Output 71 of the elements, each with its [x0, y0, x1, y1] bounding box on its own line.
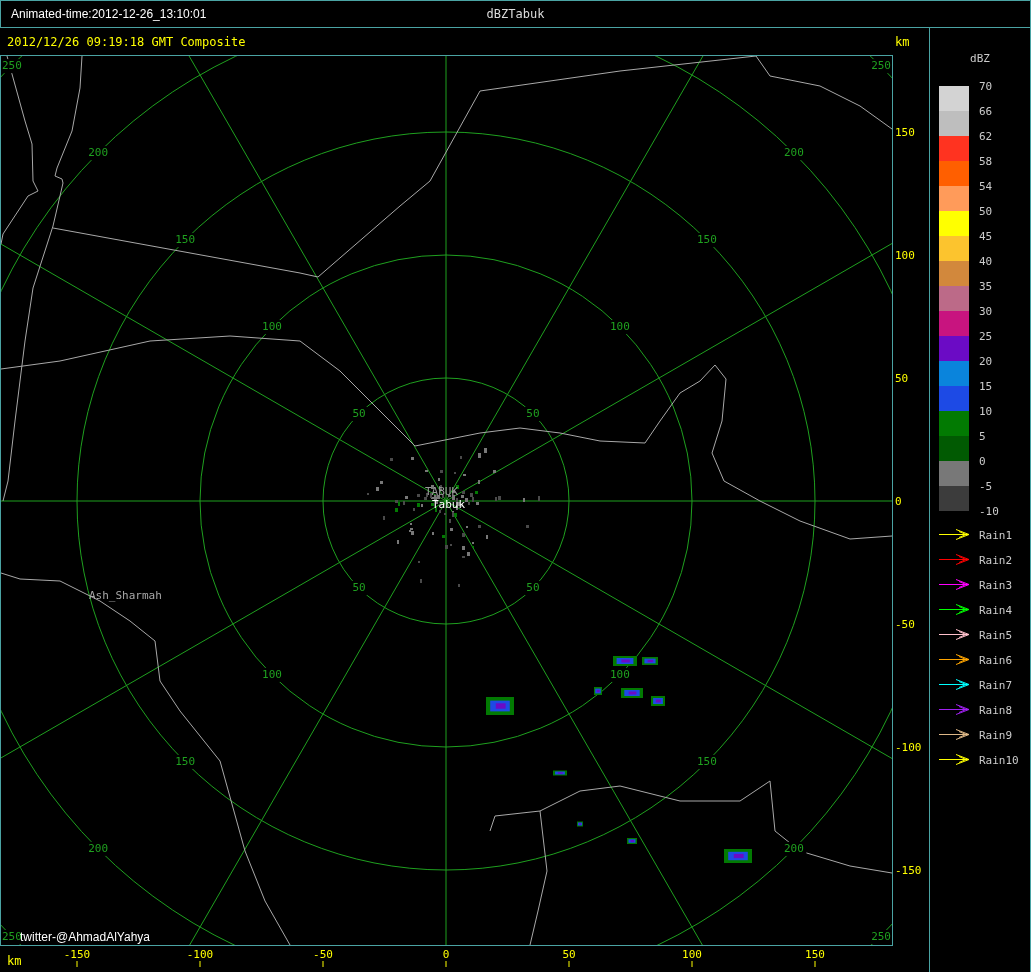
range-label: 100: [262, 320, 282, 334]
legend-title: dBZ: [970, 52, 990, 65]
axis-tick-label: -150: [63, 948, 91, 961]
axis-tick-label: -50: [895, 618, 915, 631]
track-label: Rain10: [979, 753, 1019, 767]
scale-label: 10: [979, 405, 993, 418]
range-label: 100: [610, 320, 630, 334]
scale-label: 15: [979, 380, 993, 393]
scale-label: 70: [979, 80, 993, 93]
axis-tick-label: 100: [682, 948, 702, 961]
range-label: 200: [783, 841, 804, 855]
track-label: Rain3: [979, 578, 1013, 592]
animation-time-text: Animated-time:2012-12-26_13:10:01: [11, 7, 207, 21]
range-label: 250: [871, 930, 891, 943]
axis-tick-label: 0: [895, 495, 902, 508]
place-label: Tabuk: [432, 498, 466, 511]
scale-label: 40: [979, 255, 993, 268]
scale-label: 58: [979, 155, 993, 168]
track-label: Rain6: [979, 653, 1013, 667]
credit-text: twitter-@AhmadAlYahya: [20, 930, 150, 944]
track-label: Rain9: [979, 728, 1013, 742]
place-label: Ash_Sharmah: [89, 589, 162, 602]
range-label: 250: [871, 59, 891, 73]
axis-tick-label: 150: [805, 948, 825, 961]
axis-tick-label: -150: [895, 864, 922, 877]
range-label: 100: [610, 667, 630, 681]
scale-label: 62: [979, 130, 993, 143]
axis-tick-label: 100: [895, 249, 915, 262]
axis-tick-label: -100: [186, 948, 214, 961]
range-label: 250: [2, 59, 22, 73]
axis-unit: km: [894, 34, 911, 49]
axis-tick-label: 0: [442, 948, 450, 961]
range-label: 150: [175, 754, 195, 768]
track-label: Rain8: [979, 703, 1013, 717]
range-label: 100: [262, 667, 282, 681]
range-label: 200: [783, 146, 804, 160]
scale-label: 50: [979, 205, 993, 218]
scale-label: 20: [979, 355, 993, 368]
track-label: Rain5: [979, 628, 1013, 642]
axis-tick-label: 50: [562, 948, 576, 961]
scale-label: 30: [979, 305, 993, 318]
scale-label: 54: [979, 180, 993, 193]
track-label: Rain2: [979, 553, 1013, 567]
scale-label: 5: [979, 430, 986, 443]
scale-label: -5: [979, 480, 993, 493]
range-label: 200: [88, 841, 109, 855]
scale-label: 45: [979, 230, 993, 243]
scale-label: 35: [979, 280, 993, 293]
track-label: Rain7: [979, 678, 1013, 692]
timestamp-caption: 2012/12/26 09:19:18 GMT Composite: [6, 34, 247, 49]
scale-label: -10: [979, 505, 999, 518]
range-label: 50: [526, 580, 540, 594]
window-title: dBZTabuk: [486, 7, 545, 21]
axis-tick-label: 150: [895, 126, 915, 139]
range-label: 50: [352, 580, 366, 594]
axis-tick-label: 50: [895, 372, 909, 385]
scale-label: 66: [979, 105, 993, 118]
track-label: Rain4: [979, 603, 1013, 617]
scale-label: 25: [979, 330, 993, 343]
axis-unit: km: [7, 954, 22, 968]
range-label: 50: [352, 407, 366, 421]
range-label: 150: [175, 233, 195, 247]
range-label: 50: [526, 407, 540, 421]
scale-label: 0: [979, 455, 986, 468]
axis-tick-label: -50: [313, 948, 333, 961]
track-label: Rain1: [979, 528, 1013, 542]
range-label: 250: [2, 930, 22, 943]
range-label: 150: [697, 754, 717, 768]
axis-tick-label: -100: [895, 741, 922, 754]
range-label: 200: [88, 146, 109, 160]
range-label: 150: [697, 233, 717, 247]
